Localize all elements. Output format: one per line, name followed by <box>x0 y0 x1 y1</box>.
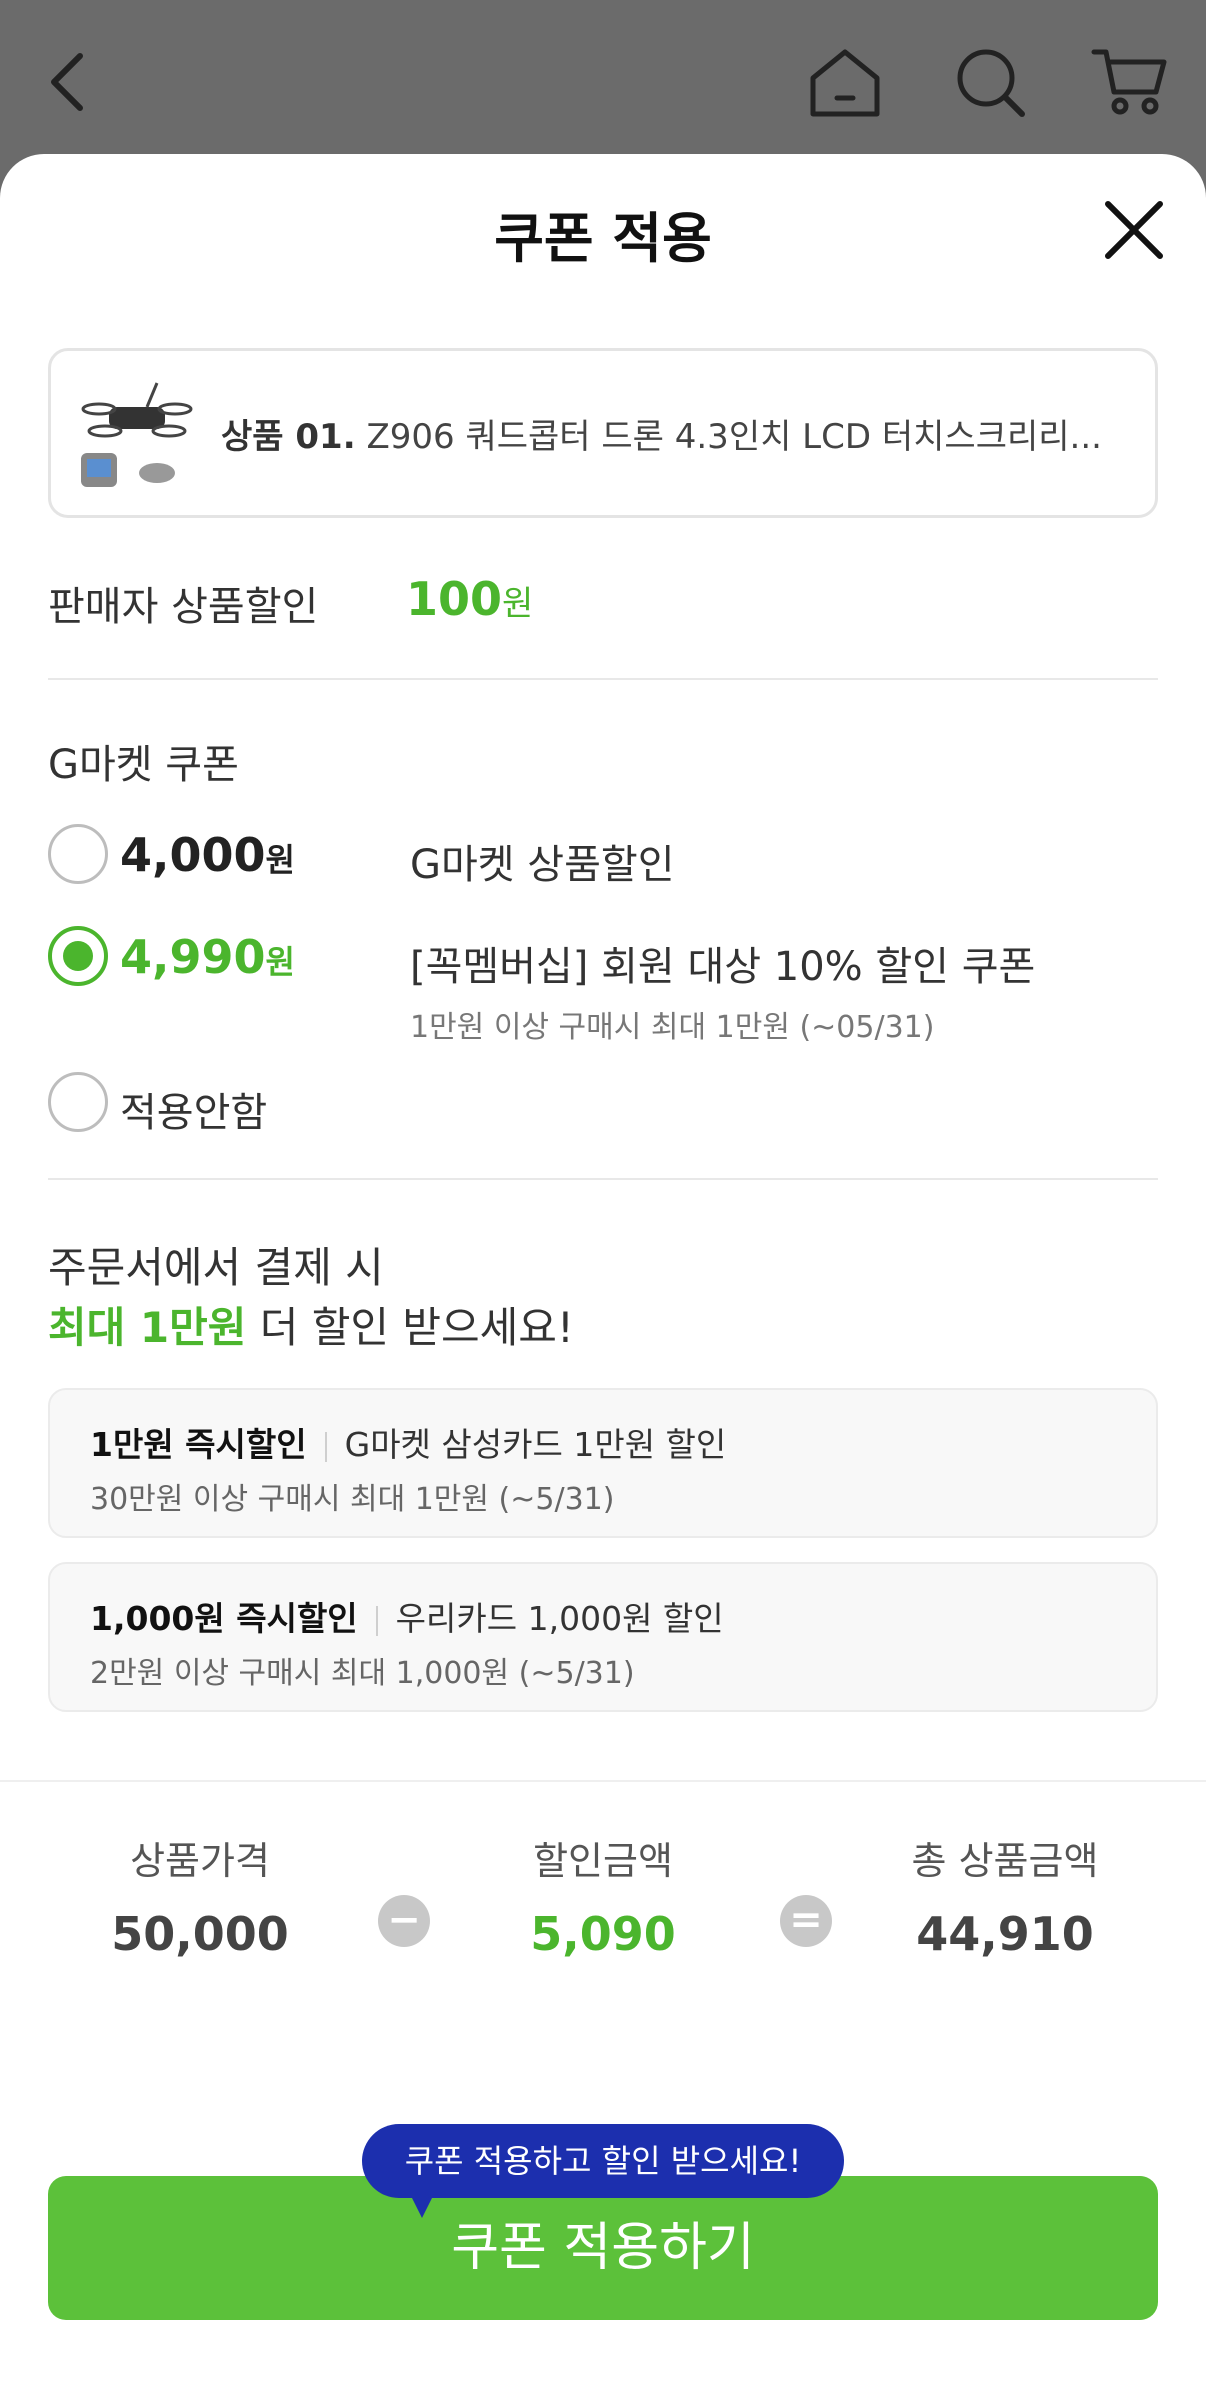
seller-discount-value: 100 <box>406 572 503 626</box>
coupon-option-2[interactable]: 4,990원 [꼭멤버십] 회원 대상 10% 할인 쿠폰 1만원 이상 구매시… <box>48 926 1158 1056</box>
close-icon[interactable] <box>1098 194 1170 266</box>
promo-rest: 더 할인 받으세요! <box>246 1303 574 1352</box>
total-label: 총 상품금액 <box>911 1839 1099 1883</box>
top-nav-bar <box>0 0 1206 160</box>
gmarket-coupon-title: G마켓 쿠폰 <box>48 742 239 788</box>
offer-headline: 1만원 즉시할인 G마켓 삼성카드 1만원 할인 <box>90 1418 726 1466</box>
product-index: 상품 01. <box>221 417 356 457</box>
seller-discount-row: 판매자 상품할인 100원 <box>48 564 1158 644</box>
radio-button-unchecked[interactable] <box>48 824 108 884</box>
offer-desc: G마켓 삼성카드 1만원 할인 <box>344 1425 727 1464</box>
offer-headline: 1,000원 즉시할인 우리카드 1,000원 할인 <box>90 1592 724 1640</box>
drone-thumbnail-image <box>77 375 197 495</box>
promo-highlight: 최대 1만원 <box>48 1303 247 1352</box>
chevron-left-icon[interactable] <box>30 42 110 122</box>
promo-text-line2: 최대 1만원 더 할인 받으세요! <box>48 1294 574 1355</box>
promo-text-line1: 주문서에서 결제 시 <box>48 1243 384 1292</box>
separator <box>324 1431 327 1462</box>
coupon-sheet: 쿠폰 적용 상품 01. Z906 쿼드콥터 드론 4.3인치 LCD 터치스크… <box>0 154 1206 2386</box>
offer-title: 1만원 즉시할인 <box>90 1425 307 1464</box>
radio-button-checked[interactable] <box>48 926 108 986</box>
price-label: 상품가격 <box>130 1839 270 1883</box>
discount-label: 할인금액 <box>533 1839 673 1883</box>
equals-icon: = <box>780 1895 832 1947</box>
sheet-title: 쿠폰 적용 <box>494 207 712 270</box>
coupon-option-1[interactable]: 4,000원 G마켓 상품할인 <box>48 824 1158 894</box>
offer-condition: 2만원 이상 구매시 최대 1,000원 (~5/31) <box>90 1656 635 1691</box>
cart-icon[interactable] <box>1090 42 1170 122</box>
seller-discount-label: 판매자 상품할인 <box>48 584 319 630</box>
total-summary: 총 상품금액 44,910 <box>855 1830 1155 1961</box>
coupon-amount-value: 4,000 <box>120 828 266 882</box>
coupon-name: G마켓 상품할인 <box>410 842 675 888</box>
coupon-none-label: 적용안함 <box>120 1090 268 1136</box>
coupon-option-none[interactable]: 적용안함 <box>48 1072 1158 1142</box>
offer-desc: 우리카드 1,000원 할인 <box>395 1599 724 1638</box>
home-icon[interactable] <box>805 42 885 122</box>
coupon-tooltip: 쿠폰 적용하고 할인 받으세요! <box>362 2124 844 2198</box>
coupon-amount-unit: 원 <box>265 943 295 981</box>
card-offer-2: 1,000원 즉시할인 우리카드 1,000원 할인 2만원 이상 구매시 최대 … <box>48 1562 1158 1712</box>
divider <box>48 1178 1158 1180</box>
radio-button-unchecked[interactable] <box>48 1072 108 1132</box>
seller-discount-amount: 100원 <box>406 572 533 626</box>
summary-divider <box>0 1780 1206 1782</box>
coupon-amount-unit: 원 <box>265 841 295 879</box>
coupon-amount: 4,990원 <box>120 930 295 984</box>
product-card: 상품 01. Z906 쿼드콥터 드론 4.3인치 LCD 터치스크리리... <box>48 348 1158 518</box>
coupon-name: [꼭멤버십] 회원 대상 10% 할인 쿠폰 <box>410 944 1036 990</box>
separator <box>375 1605 378 1636</box>
offer-condition: 30만원 이상 구매시 최대 1만원 (~5/31) <box>90 1482 615 1517</box>
offer-title: 1,000원 즉시할인 <box>90 1599 358 1638</box>
search-icon[interactable] <box>950 42 1030 122</box>
coupon-amount-value: 4,990 <box>120 930 266 984</box>
price-summary: 상품가격 50,000 <box>50 1830 350 1961</box>
discount-value: 5,090 <box>530 1907 676 1961</box>
seller-discount-unit: 원 <box>502 584 534 624</box>
total-value: 44,910 <box>916 1907 1094 1961</box>
price-value: 50,000 <box>111 1907 289 1961</box>
divider <box>48 678 1158 680</box>
product-name: 상품 01. Z906 쿼드콥터 드론 4.3인치 LCD 터치스크리리... <box>221 409 1121 458</box>
coupon-condition: 1만원 이상 구매시 최대 1만원 (~05/31) <box>410 1010 935 1045</box>
card-offer-1: 1만원 즉시할인 G마켓 삼성카드 1만원 할인 30만원 이상 구매시 최대 1… <box>48 1388 1158 1538</box>
minus-icon: − <box>378 1895 430 1947</box>
coupon-amount: 4,000원 <box>120 828 295 882</box>
product-title: Z906 쿼드콥터 드론 4.3인치 LCD 터치스크리리... <box>366 417 1102 457</box>
discount-summary: 할인금액 5,090 <box>453 1830 753 1961</box>
